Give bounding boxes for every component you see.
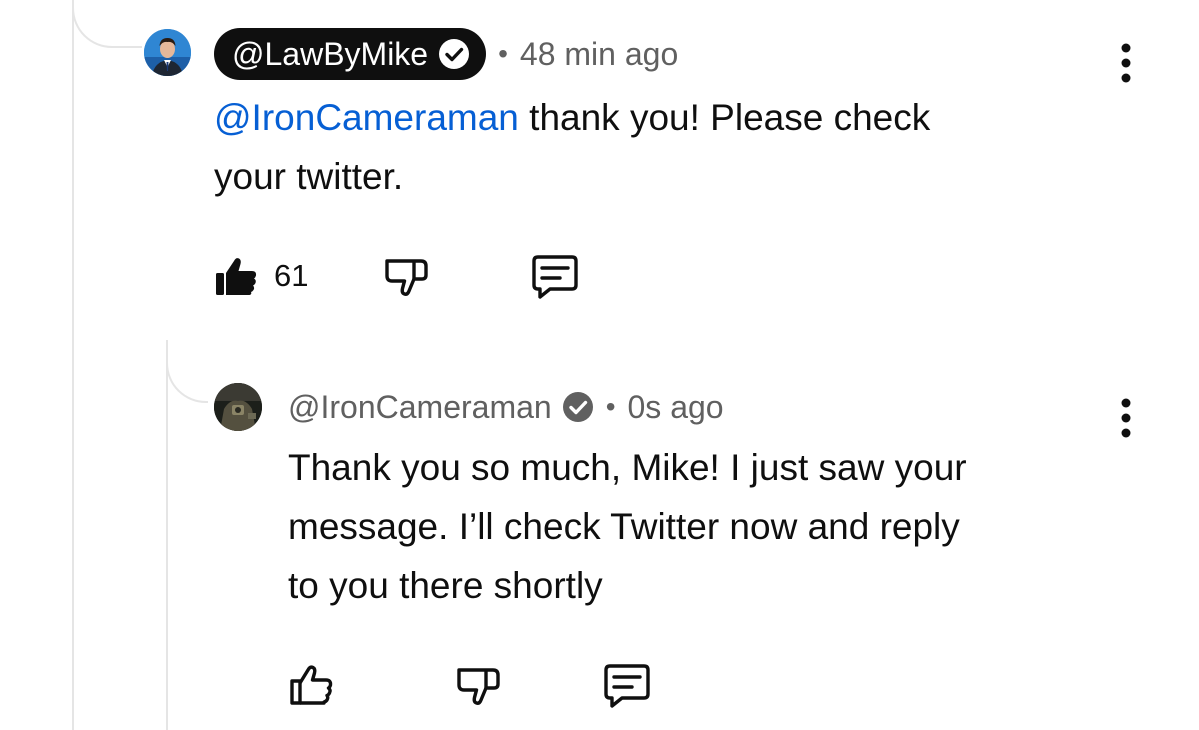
- reply-text-line3: to you there shortly: [288, 565, 603, 606]
- comment-text-line1: thank you! Please check: [518, 97, 931, 138]
- like-button[interactable]: [288, 661, 336, 709]
- thread-connector-reply: [166, 355, 208, 403]
- author-handle-pill[interactable]: @LawByMike: [214, 28, 487, 80]
- like-count: 61: [274, 258, 309, 293]
- comment-text: @IronCameraman thank you! Please check y…: [214, 88, 1074, 206]
- reply-text: Thank you so much, Mike! I just saw your…: [288, 438, 1108, 615]
- comment-text-line2: your twitter.: [214, 156, 404, 197]
- avatar[interactable]: [144, 29, 191, 76]
- avatar[interactable]: [214, 383, 262, 431]
- dislike-button[interactable]: [455, 662, 503, 710]
- reply-text-line1: Thank you so much, Mike! I just saw your: [288, 447, 967, 488]
- profile-photo-icon: [144, 29, 191, 76]
- thumbs-up-icon: [290, 665, 333, 705]
- thumbs-down-icon: [385, 259, 428, 296]
- reply-header: @IronCameraman • 0s ago: [288, 384, 724, 430]
- thread-line-outer: [72, 0, 74, 730]
- comment-time[interactable]: 48 min ago: [520, 36, 678, 73]
- reply-comment-icon: [604, 664, 650, 708]
- three-dots-vertical-icon[interactable]: [1114, 42, 1138, 86]
- reply-button[interactable]: [528, 253, 580, 301]
- reply-button[interactable]: [600, 662, 652, 710]
- dislike-button[interactable]: [383, 253, 431, 301]
- reply-time[interactable]: 0s ago: [628, 389, 724, 426]
- thread-connector-comment: [72, 0, 142, 48]
- like-button[interactable]: 61: [214, 252, 308, 300]
- author-handle[interactable]: @LawByMike: [232, 36, 428, 73]
- thumbs-up-icon: [216, 258, 257, 295]
- thumbs-down-icon: [457, 668, 500, 705]
- thread-line-inner: [166, 340, 168, 730]
- three-dots-vertical-icon[interactable]: [1114, 397, 1138, 441]
- author-handle[interactable]: @IronCameraman: [288, 389, 552, 426]
- verified-check-icon: [439, 39, 470, 69]
- comment-header: @LawByMike • 48 min ago: [214, 28, 678, 80]
- comment-thread: @LawByMike • 48 min ago @IronCameraman t…: [0, 0, 1199, 730]
- verified-check-icon: [562, 392, 593, 422]
- reply-comment-icon: [532, 255, 578, 299]
- mention-link[interactable]: @IronCameraman: [214, 97, 519, 138]
- separator-dot: •: [605, 391, 616, 422]
- profile-photo-icon: [214, 383, 262, 431]
- separator-dot: •: [498, 38, 508, 69]
- reply-text-line2: message. I’ll check Twitter now and repl…: [288, 506, 960, 547]
